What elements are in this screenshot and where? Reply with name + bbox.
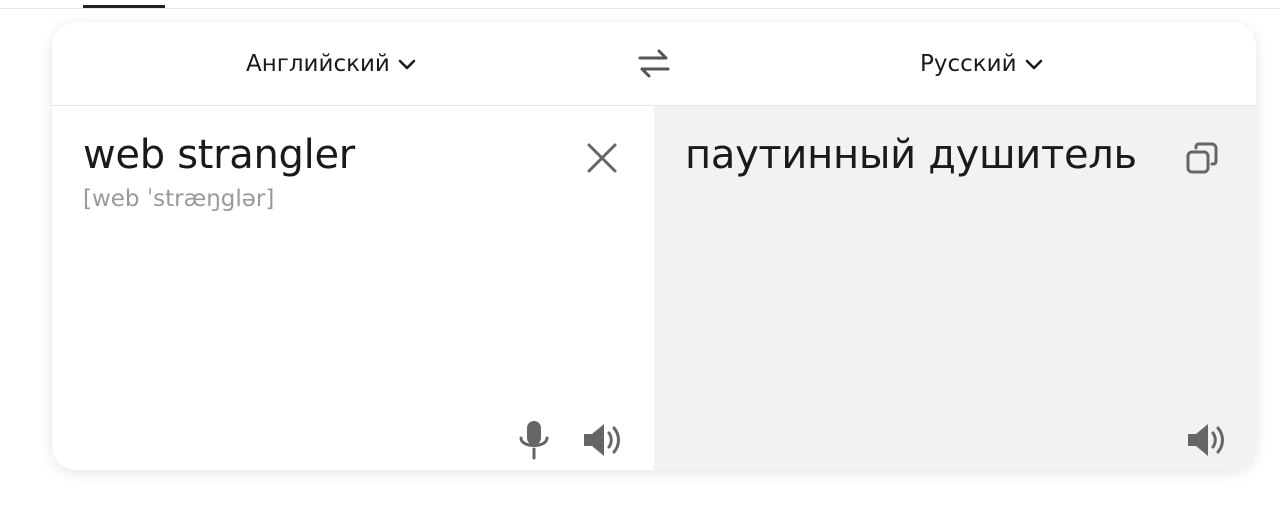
target-language-label: Русский — [920, 50, 1017, 77]
copy-button[interactable] — [1184, 140, 1222, 178]
target-language-selector[interactable]: Русский — [920, 22, 1045, 105]
top-divider — [0, 8, 1280, 9]
speaker-icon — [580, 420, 626, 460]
speaker-icon — [1184, 420, 1230, 460]
swap-languages-button[interactable] — [636, 48, 672, 78]
copy-icon — [1184, 140, 1222, 178]
source-language-label: Английский — [246, 50, 390, 77]
chevron-down-icon — [396, 53, 418, 75]
transcription: [web ˈstræŋglər] — [83, 186, 275, 212]
source-language-selector[interactable]: Английский — [246, 22, 418, 105]
listen-source-button[interactable] — [580, 420, 626, 460]
source-pane[interactable]: web strangler [web ˈstræŋglər] — [52, 106, 654, 470]
active-tab-indicator — [83, 5, 165, 8]
source-text-input[interactable]: web strangler — [83, 132, 355, 178]
clear-button[interactable] — [584, 140, 620, 176]
listen-translation-button[interactable] — [1184, 420, 1230, 460]
swap-arrows-icon — [636, 48, 672, 78]
voice-input-button[interactable] — [514, 418, 554, 462]
target-pane: паутинный душитель — [654, 106, 1256, 470]
chevron-down-icon — [1023, 53, 1045, 75]
translation-text: паутинный душитель — [685, 132, 1137, 178]
close-icon — [584, 140, 620, 176]
microphone-icon — [514, 418, 554, 462]
language-bar: Английский Русский — [52, 22, 1256, 106]
translator-card: Английский Русский web strangler [web ˈs… — [52, 22, 1256, 470]
